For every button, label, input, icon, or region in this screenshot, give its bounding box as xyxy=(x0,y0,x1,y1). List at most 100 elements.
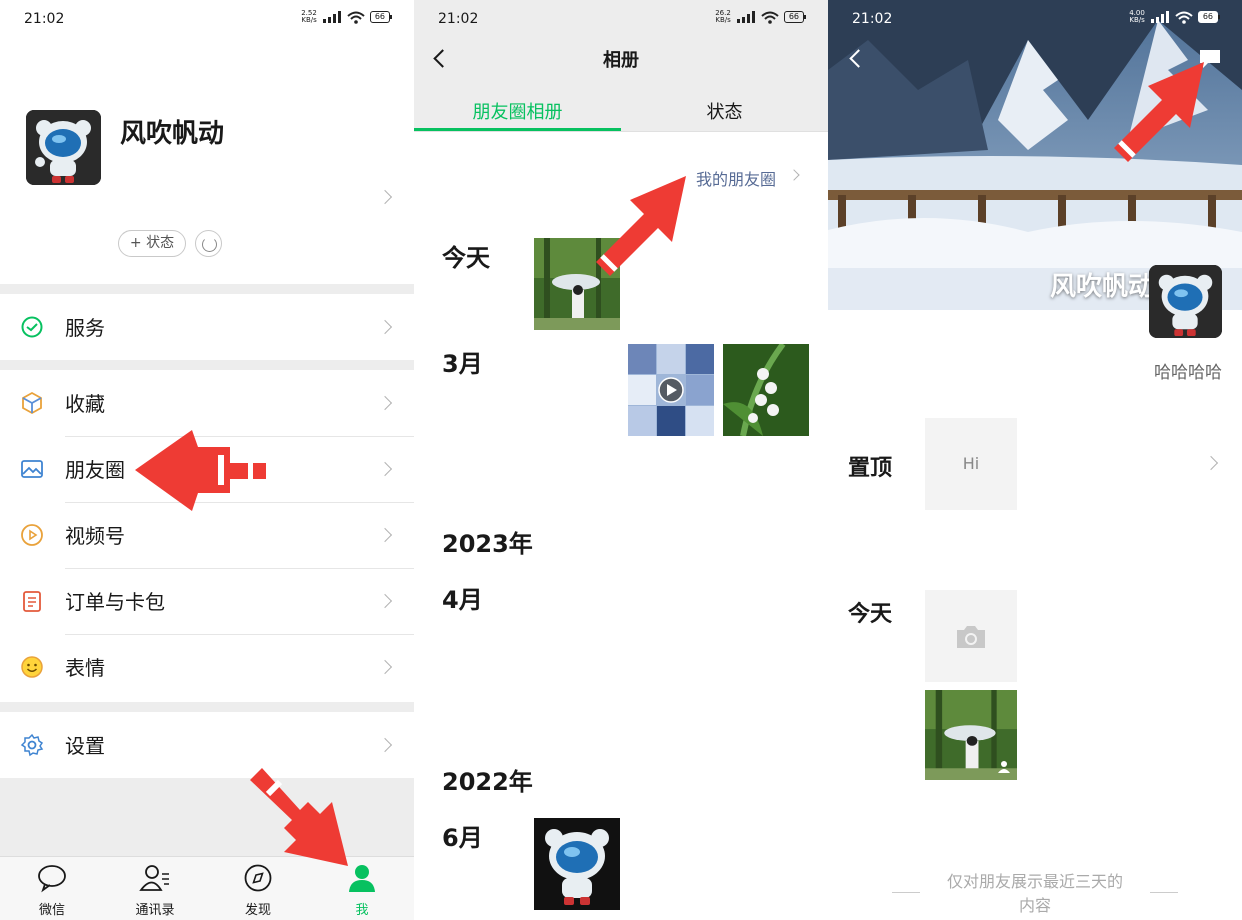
section-today: 今天 xyxy=(442,244,490,272)
network-speed: 26.2 KB/s xyxy=(715,9,731,24)
status-bar: 21:02 2.52 KB/s 66 xyxy=(0,0,414,40)
battery-icon: 66 xyxy=(783,11,807,23)
lily-of-valley-photo xyxy=(723,344,809,436)
my-moments-link[interactable]: 我的朋友圈 xyxy=(696,166,776,190)
menu-label: 设置 xyxy=(65,734,105,758)
section-year-2022: 2022年 xyxy=(442,768,533,796)
astronaut-photo xyxy=(534,818,620,910)
section-april: 4月 xyxy=(442,586,483,614)
tab-label: 我 xyxy=(355,903,369,918)
photo-icon xyxy=(21,460,43,478)
section-march: 3月 xyxy=(442,350,483,378)
photo-thumbnail[interactable] xyxy=(925,690,1017,780)
wifi-icon xyxy=(1175,11,1193,24)
refresh-status-button[interactable] xyxy=(195,230,222,257)
battery-icon: 66 xyxy=(369,11,393,23)
menu-label: 朋友圈 xyxy=(65,458,125,482)
smiley-icon xyxy=(21,656,43,678)
album-tabs: 朋友圈相册 状态 xyxy=(414,86,828,132)
tab-chats[interactable]: 微信 xyxy=(22,863,82,918)
tab-moments-album[interactable]: 朋友圈相册 xyxy=(414,98,621,124)
tab-label: 发现 xyxy=(244,903,271,918)
snow-collage-photo xyxy=(628,344,714,436)
post-camera-button[interactable] xyxy=(925,590,1017,682)
tab-status[interactable]: 状态 xyxy=(621,98,828,124)
chat-bubble-icon xyxy=(38,865,66,893)
album-header: 21:02 26.2 KB/s 66 相册 xyxy=(414,0,828,86)
clipboard-icon xyxy=(23,591,41,612)
menu-label: 表情 xyxy=(65,656,105,680)
network-speed: 2.52 KB/s xyxy=(301,9,317,24)
section-year-2023: 2023年 xyxy=(442,530,533,558)
wifi-icon xyxy=(761,11,779,24)
wifi-icon xyxy=(347,11,365,24)
add-status-button[interactable]: + 状态 xyxy=(118,230,186,257)
visibility-notice: 仅对朋友展示最近三天的 内容 xyxy=(928,870,1142,918)
status-icons: 4.00 KB/s 66 xyxy=(1129,10,1221,24)
status-icons: 2.52 KB/s 66 xyxy=(301,9,393,24)
photo-thumbnail[interactable] xyxy=(534,238,620,330)
status-time: 21:02 xyxy=(852,11,893,27)
compass-icon xyxy=(244,864,272,892)
avatar[interactable] xyxy=(1149,265,1222,338)
menu-label: 收藏 xyxy=(65,392,105,416)
gear-icon xyxy=(20,733,44,757)
tab-discover[interactable]: 发现 xyxy=(228,863,288,918)
menu-item-settings[interactable]: 设置 xyxy=(0,712,414,778)
photo-thumbnail[interactable] xyxy=(628,344,714,436)
signal-icon xyxy=(322,11,341,23)
menu-group-settings: 设置 xyxy=(0,712,414,778)
signature: 哈哈哈哈 xyxy=(1154,363,1222,383)
status-bar: 21:02 4.00 KB/s 66 xyxy=(828,0,1242,40)
friend-visibility-icon xyxy=(998,761,1010,773)
menu-label: 订单与卡包 xyxy=(65,590,165,614)
menu-label: 视频号 xyxy=(65,524,125,548)
divider xyxy=(1150,892,1178,893)
chevron-right-icon xyxy=(377,593,393,609)
active-tab-indicator xyxy=(414,128,621,131)
chevron-right-icon xyxy=(377,319,393,335)
section-june: 6月 xyxy=(442,824,483,852)
profile-name: 风吹帆动 xyxy=(1049,272,1154,302)
girl-umbrella-photo xyxy=(534,238,620,330)
cover-photo[interactable] xyxy=(828,0,1242,310)
chevron-right-icon xyxy=(377,659,393,675)
status-time: 21:02 xyxy=(24,11,65,27)
cube-icon xyxy=(22,391,42,415)
battery-icon: 66 xyxy=(1197,11,1221,23)
album-screen: 21:02 26.2 KB/s 66 相册 朋友圈相册 状态 我的朋友圈 今天 3… xyxy=(414,0,828,920)
chevron-right-icon xyxy=(377,527,393,543)
signal-icon xyxy=(1150,11,1169,23)
play-circle-icon xyxy=(21,524,43,546)
chevron-right-icon[interactable] xyxy=(1203,455,1219,471)
chevron-right-icon xyxy=(788,169,800,181)
menu-group-main: 收藏 朋友圈 视频号 订单与卡包 表情 xyxy=(0,370,414,702)
person-icon xyxy=(349,865,375,892)
chevron-right-icon xyxy=(377,395,393,411)
menu-item-stickers[interactable]: 表情 xyxy=(0,634,414,700)
signal-icon xyxy=(736,11,755,23)
photo-thumbnail[interactable] xyxy=(723,344,809,436)
pinned-post[interactable]: Hi xyxy=(925,418,1017,510)
menu-item-moments[interactable]: 朋友圈 xyxy=(0,436,414,502)
menu-item-channels[interactable]: 视频号 xyxy=(0,502,414,568)
tab-me[interactable]: 我 xyxy=(332,863,392,918)
profile-chevron-icon[interactable] xyxy=(377,189,393,205)
tab-contacts[interactable]: 通讯录 xyxy=(125,863,185,918)
contacts-icon xyxy=(139,865,169,891)
menu-label: 服务 xyxy=(65,316,105,340)
camera-icon xyxy=(957,626,985,648)
pinned-label: 置顶 xyxy=(848,456,893,481)
tab-label: 通讯录 xyxy=(135,903,175,918)
menu-group-service: 服务 xyxy=(0,294,414,360)
divider xyxy=(892,892,920,893)
avatar[interactable] xyxy=(26,110,101,185)
notice-line: 内容 xyxy=(1018,896,1051,915)
message-icon[interactable] xyxy=(1198,48,1222,70)
menu-item-favorites[interactable]: 收藏 xyxy=(0,370,414,436)
chevron-right-icon xyxy=(377,461,393,477)
pinned-text: Hi xyxy=(962,454,980,473)
menu-item-service[interactable]: 服务 xyxy=(0,294,414,360)
photo-thumbnail[interactable] xyxy=(534,818,620,910)
menu-item-orders[interactable]: 订单与卡包 xyxy=(0,568,414,634)
